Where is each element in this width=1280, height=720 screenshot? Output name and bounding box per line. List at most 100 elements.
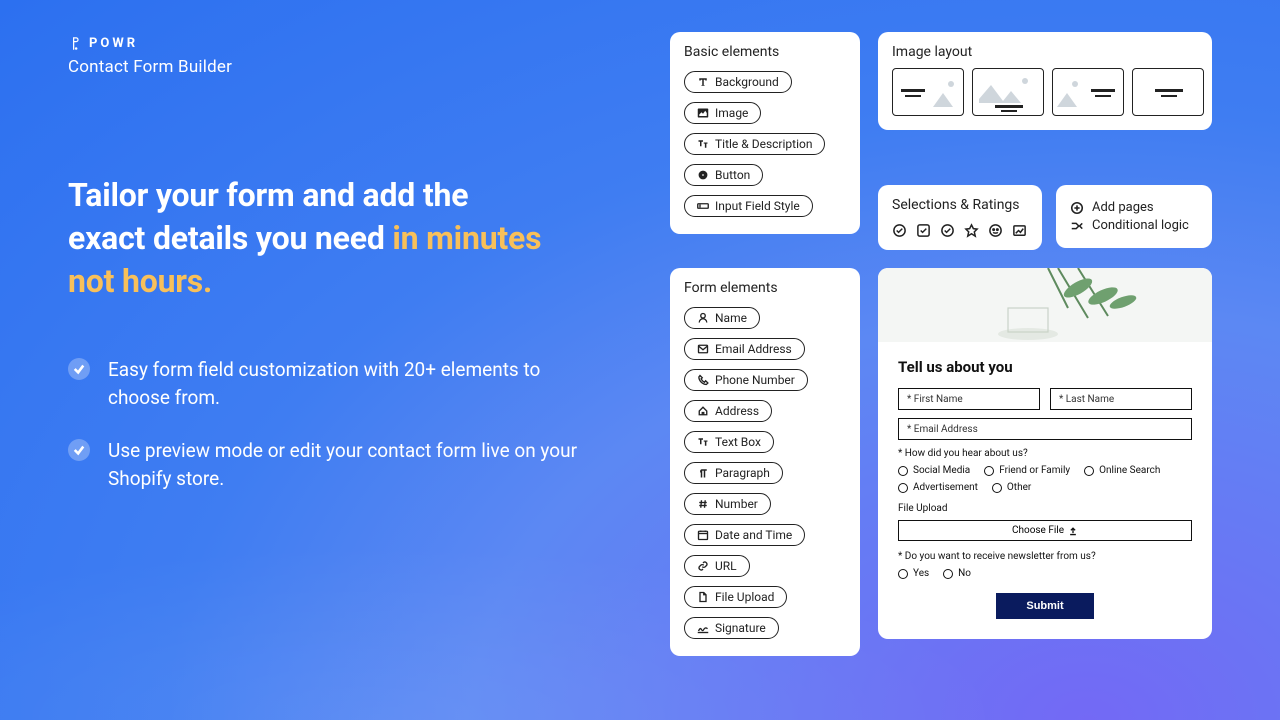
pill-label: Date and Time	[715, 528, 792, 542]
pill-label: Button	[715, 168, 750, 182]
radio-label: Friend or Family	[999, 465, 1070, 476]
radio-label: Online Search	[1099, 465, 1160, 476]
form-preview-card: Tell us about you * First Name * Last Na…	[878, 268, 1212, 639]
home-icon	[697, 405, 709, 417]
phone-icon	[697, 374, 709, 386]
selections-title: Selections & Ratings	[878, 185, 1042, 223]
radio-social-media[interactable]: Social Media	[898, 465, 970, 476]
layout-option-1[interactable]	[892, 68, 964, 116]
headline-line1: Tailor your form and add the	[68, 176, 468, 214]
pill-signature[interactable]: Signature	[684, 617, 779, 639]
add-pages-label: Add pages	[1092, 200, 1154, 215]
pill-background[interactable]: Background	[684, 71, 792, 93]
field-placeholder: * First Name	[907, 394, 963, 405]
radio-label: Advertisement	[913, 482, 978, 493]
radio-label: Yes	[913, 568, 929, 579]
pill-title-desc[interactable]: Title & Description	[684, 133, 825, 155]
check-icon	[68, 439, 90, 461]
pill-button[interactable]: Button	[684, 164, 763, 186]
link-icon	[697, 560, 709, 572]
star-icon[interactable]	[964, 223, 979, 238]
radio-label: Other	[1007, 482, 1031, 493]
user-icon	[697, 312, 709, 324]
layout-title: Image layout	[878, 32, 1212, 68]
pill-image[interactable]: Image	[684, 102, 761, 124]
form-title: Form elements	[670, 268, 860, 304]
image-icon	[697, 107, 709, 119]
basic-title: Basic elements	[670, 32, 860, 68]
pill-label: Image	[715, 106, 748, 120]
hash-icon	[697, 498, 709, 510]
textbox-icon	[697, 436, 709, 448]
form-elements-card: Form elements Name Email Address Phone N…	[670, 268, 860, 656]
pill-number[interactable]: Number	[684, 493, 771, 515]
signature-icon	[697, 622, 709, 634]
pill-url[interactable]: URL	[684, 555, 750, 577]
logo-block: POWR Contact Form Builder	[68, 36, 232, 77]
bullet-2: Use preview mode or edit your contact fo…	[68, 437, 578, 494]
radio-icon[interactable]	[940, 223, 955, 238]
pill-address[interactable]: Address	[684, 400, 772, 422]
pill-textbox[interactable]: Text Box	[684, 431, 774, 453]
file-icon	[697, 591, 709, 603]
pill-label: Email Address	[715, 342, 792, 356]
pill-label: URL	[715, 559, 737, 573]
headline-line2: exact details you need	[68, 219, 392, 257]
pill-label: Text Box	[715, 435, 761, 449]
selections-card: Selections & Ratings	[878, 185, 1042, 250]
headline: Tailor your form and add the exact detai…	[68, 174, 578, 304]
radio-friend-family[interactable]: Friend or Family	[984, 465, 1070, 476]
add-pages-option[interactable]: Add pages	[1070, 200, 1198, 215]
submit-button[interactable]: Submit	[996, 593, 1093, 619]
branch-icon	[1070, 219, 1084, 233]
conditional-logic-option[interactable]: Conditional logic	[1070, 218, 1198, 233]
input-icon	[697, 200, 709, 212]
pill-label: Number	[715, 497, 758, 511]
pill-label: File Upload	[715, 590, 774, 604]
radio-check-icon[interactable]	[892, 223, 907, 238]
conditional-label: Conditional logic	[1092, 218, 1189, 233]
preview-heading: Tell us about you	[898, 358, 1192, 376]
layout-option-2[interactable]	[972, 68, 1044, 116]
file-upload-label: File Upload	[898, 503, 1192, 514]
submit-label: Submit	[1026, 600, 1063, 612]
pill-label: Phone Number	[715, 373, 795, 387]
pill-file-upload[interactable]: File Upload	[684, 586, 787, 608]
layout-option-4[interactable]	[1132, 68, 1204, 116]
email-field[interactable]: * Email Address	[898, 418, 1192, 440]
radio-label: Social Media	[913, 465, 970, 476]
title-icon	[697, 138, 709, 150]
powr-logo-icon	[68, 36, 83, 51]
mail-icon	[697, 343, 709, 355]
pill-datetime[interactable]: Date and Time	[684, 524, 805, 546]
pill-label: Name	[715, 311, 747, 325]
pill-input-style[interactable]: Input Field Style	[684, 195, 813, 217]
pill-paragraph[interactable]: Paragraph	[684, 462, 783, 484]
radio-yes[interactable]: Yes	[898, 568, 929, 579]
choose-file-button[interactable]: Choose File	[898, 520, 1192, 541]
radio-label: No	[958, 568, 971, 579]
pill-phone[interactable]: Phone Number	[684, 369, 808, 391]
newsletter-question: * Do you want to receive newsletter from…	[898, 551, 1192, 562]
pill-label: Signature	[715, 621, 766, 635]
radio-advertisement[interactable]: Advertisement	[898, 482, 978, 493]
radio-no[interactable]: No	[943, 568, 971, 579]
radio-online-search[interactable]: Online Search	[1084, 465, 1160, 476]
layout-option-3[interactable]	[1052, 68, 1124, 116]
pill-email[interactable]: Email Address	[684, 338, 805, 360]
emoji-icon[interactable]	[988, 223, 1003, 238]
bullet-text: Easy form field customization with 20+ e…	[108, 356, 578, 413]
pill-name[interactable]: Name	[684, 307, 760, 329]
field-placeholder: * Email Address	[907, 424, 978, 435]
source-question: * How did you hear about us?	[898, 448, 1192, 459]
radio-other[interactable]: Other	[992, 482, 1031, 493]
last-name-field[interactable]: * Last Name	[1050, 388, 1192, 410]
first-name-field[interactable]: * First Name	[898, 388, 1040, 410]
checkbox-icon[interactable]	[916, 223, 931, 238]
options-card: Add pages Conditional logic	[1056, 185, 1212, 248]
image-select-icon[interactable]	[1012, 223, 1027, 238]
pill-label: Background	[715, 75, 779, 89]
button-icon	[697, 169, 709, 181]
choose-file-text: Choose File	[1012, 525, 1064, 536]
basic-elements-card: Basic elements Background Image Title & …	[670, 32, 860, 234]
